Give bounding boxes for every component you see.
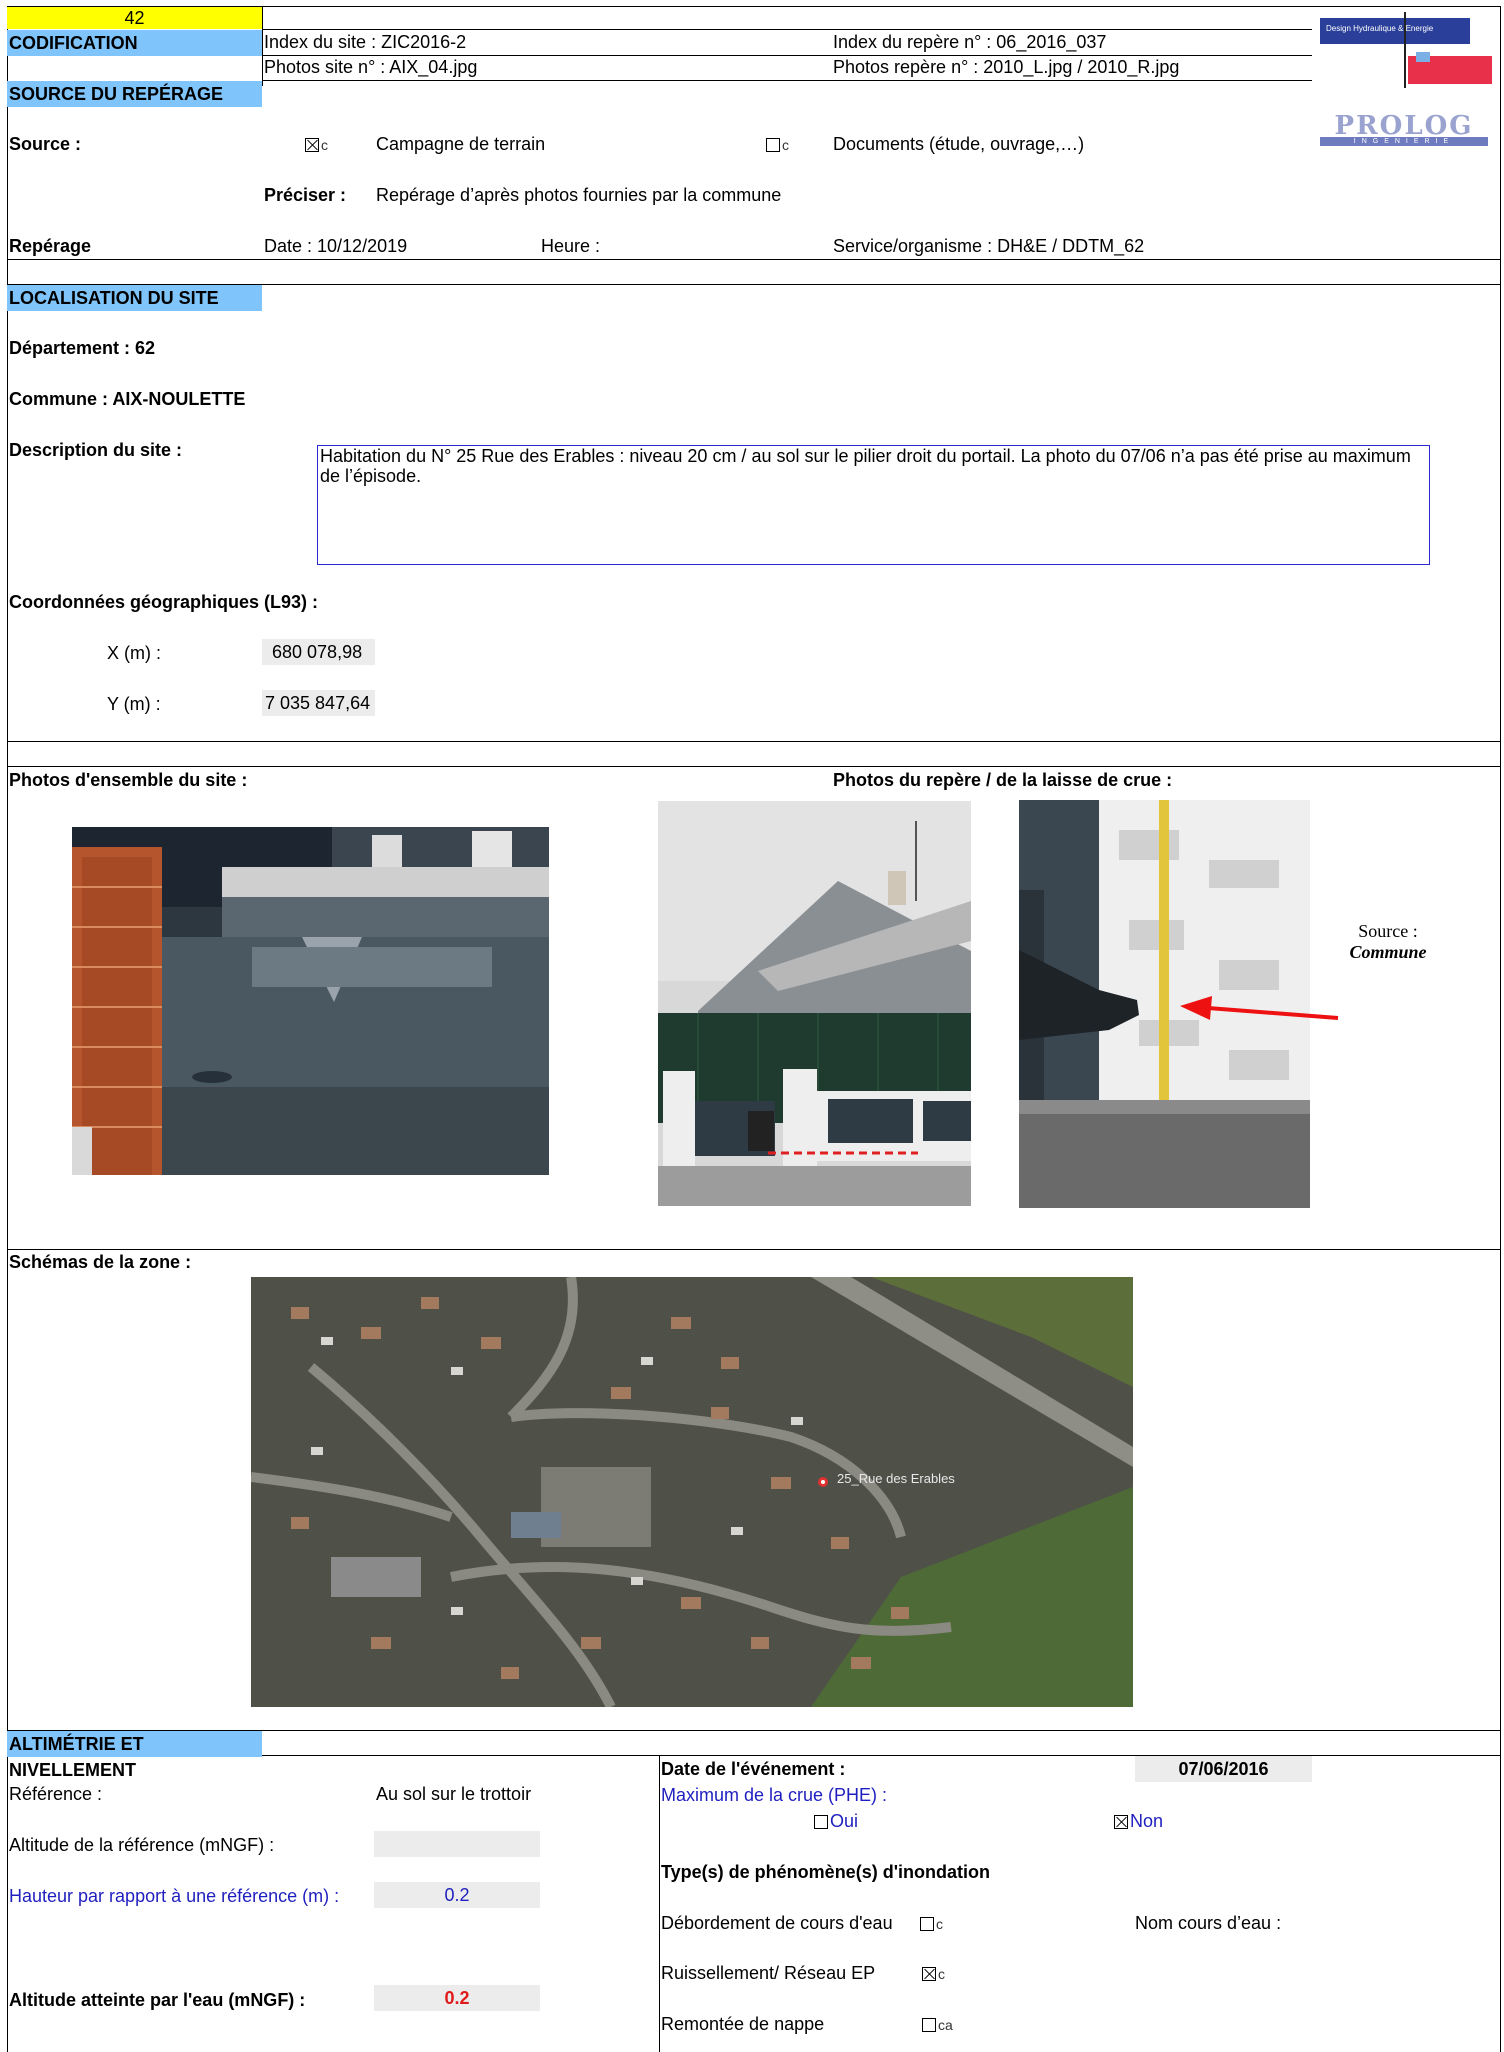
checkbox-debordement[interactable]: c — [920, 1913, 943, 1934]
preciser-label: Préciser : — [264, 185, 347, 205]
phe-non-option[interactable]: Non — [1114, 1811, 1163, 1832]
y-value: 7 035 847,64 — [262, 690, 375, 716]
reperage-service: Service/organisme : DH&E / DDTM_62 — [833, 236, 1145, 256]
campagne-label: Campagne de terrain — [376, 134, 546, 154]
preciser-value: Repérage d’après photos fournies par la … — [376, 185, 782, 205]
checkbox-campagne[interactable]: c — [305, 134, 328, 155]
index-repere: Index du repère n° : 06_2016_037 — [833, 32, 1107, 52]
description-label: Description du site : — [9, 440, 183, 460]
x-value: 680 078,98 — [262, 639, 375, 665]
phe-non-label: Non — [1130, 1811, 1164, 1831]
red-arrow-icon — [1180, 996, 1339, 1020]
dhe-logo: Design Hydraulique & Energie — [1320, 12, 1492, 88]
phe-oui-option[interactable]: Oui — [814, 1811, 858, 1832]
prolog-logo: PROLOG INGENIERIE — [1320, 113, 1488, 147]
phe-label: Maximum de la crue (PHE) : — [661, 1785, 888, 1805]
phe-oui-label: Oui — [830, 1811, 859, 1831]
reperage-date: Date : 10/12/2019 — [264, 236, 408, 256]
reperage-heure: Heure : — [541, 236, 601, 256]
documents-label: Documents (étude, ouvrage,…) — [833, 134, 1085, 154]
checkbox-checked-icon — [305, 138, 319, 153]
remontee-label: Remontée de nappe — [661, 2014, 825, 2034]
description-text: Habitation du N° 25 Rue des Erables : ni… — [320, 446, 1411, 486]
altitude-ref-value — [374, 1831, 540, 1857]
checkbox-debordement-mark: c — [936, 1916, 943, 1932]
altitude-eau-label: Altitude atteinte par l'eau (mNGF) : — [9, 1990, 306, 2010]
checkbox-remontee[interactable]: ca — [922, 2014, 953, 2035]
ruissellement-label: Ruissellement/ Réseau EP — [661, 1963, 876, 1983]
frame-right — [1500, 6, 1501, 2052]
photos-ensemble-label: Photos d'ensemble du site : — [9, 770, 248, 790]
header-divider — [262, 6, 263, 86]
aerial-map-image — [251, 1277, 1133, 1707]
commune: Commune : AIX-NOULETTE — [9, 389, 246, 409]
codification-label: CODIFICATION — [7, 30, 262, 56]
coords-label: Coordonnées géographiques (L93) : — [9, 592, 319, 612]
departement: Département : 62 — [9, 338, 156, 358]
checkbox-empty-icon — [814, 1815, 828, 1830]
flooded-street-image — [72, 827, 549, 1175]
checkbox-documents[interactable]: c — [766, 134, 789, 155]
checkbox-remontee-mark: ca — [938, 2017, 953, 2033]
prolog-logo-sub: INGENIERIE — [1320, 137, 1488, 146]
date-evenement-value: 07/06/2016 — [1135, 1756, 1312, 1782]
debordement-label: Débordement de cours d'eau — [661, 1913, 893, 1933]
x-label: X (m) : — [107, 643, 161, 663]
reference-value: Au sol sur le trottoir — [376, 1784, 532, 1804]
date-evenement-label: Date de l'événement : — [661, 1759, 846, 1779]
hauteur-value: 0.2 — [374, 1882, 540, 1908]
source-section-title: SOURCE DU REPÉRAGE — [7, 81, 262, 107]
description-box: Habitation du N° 25 Rue des Erables : ni… — [317, 445, 1430, 565]
checkbox-checked-icon — [1114, 1815, 1128, 1830]
site-overview-photo — [72, 827, 549, 1175]
repere-wide-photo — [658, 801, 971, 1206]
checkbox-campagne-mark: c — [321, 137, 328, 153]
reference-label: Référence : — [9, 1784, 103, 1804]
checkbox-checked-icon — [922, 1967, 936, 1982]
index-site: Index du site : ZIC2016-2 — [264, 32, 467, 52]
photo-source-value: Commune — [1349, 942, 1427, 962]
dhe-logo-text: Design Hydraulique & Energie — [1326, 24, 1434, 33]
source-label: Source : — [9, 134, 82, 154]
checkbox-empty-icon — [766, 138, 780, 153]
prolog-logo-text: PROLOG — [1334, 111, 1474, 141]
aerial-map: 25_Rue des Erables — [251, 1277, 1133, 1707]
checkbox-documents-mark: c — [782, 137, 789, 153]
photos-site: Photos site n° : AIX_04.jpg — [264, 57, 478, 77]
altitude-ref-label: Altitude de la référence (mNGF) : — [9, 1835, 275, 1855]
schemas-label: Schémas de la zone : — [9, 1252, 192, 1272]
photos-repere-label: Photos du repère / de la laisse de crue … — [833, 770, 1173, 790]
house-gate-image — [658, 801, 971, 1206]
altitude-eau-value: 0.2 — [374, 1985, 540, 2011]
altimetrie-section-title: ALTIMÉTRIE ET NIVELLEMENT — [7, 1731, 262, 1780]
type-phenomene-label: Type(s) de phénomène(s) d'inondation — [661, 1862, 990, 1882]
photos-repere: Photos repère n° : 2010_L.jpg / 2010_R.j… — [833, 57, 1180, 77]
checkbox-ruissellement-mark: c — [938, 1966, 945, 1982]
photo-source-label: Source : — [1358, 921, 1418, 941]
checkbox-ruissellement[interactable]: c — [922, 1963, 945, 1984]
localisation-section-title: LOCALISATION DU SITE — [7, 285, 262, 311]
map-marker-label: 25_Rue des Erables — [837, 1471, 955, 1486]
checkbox-empty-icon — [922, 2018, 936, 2033]
hauteur-label: Hauteur par rapport à une référence (m) … — [9, 1886, 340, 1906]
y-label: Y (m) : — [107, 694, 161, 714]
checkbox-empty-icon — [920, 1917, 934, 1932]
nom-cours-eau-label: Nom cours d’eau : — [1135, 1913, 1282, 1933]
reperage-label: Repérage — [9, 236, 92, 256]
sheet-number-text: 42 — [124, 8, 145, 28]
sheet-number: 42 — [7, 7, 262, 29]
